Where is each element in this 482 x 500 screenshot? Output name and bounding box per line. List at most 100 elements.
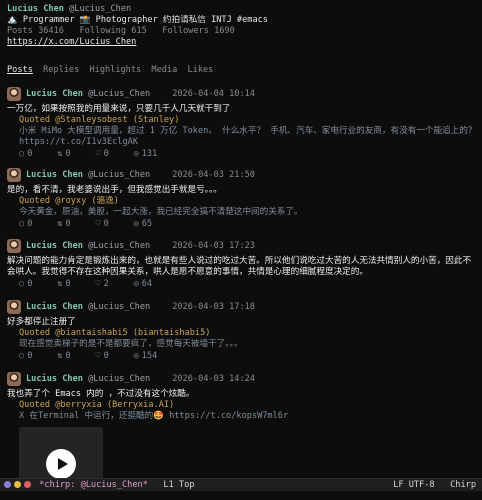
tweet-text: 好多都停止注册了: [7, 317, 76, 327]
retweet-count: 0: [65, 149, 71, 159]
views-icon: ◎: [133, 149, 139, 159]
tweet-author-name[interactable]: Lucius Chen: [26, 170, 83, 180]
profile-stats: Posts 36416 Following 615 Followers 1690: [7, 26, 477, 37]
avatar[interactable]: [7, 300, 21, 314]
like-icon: ♡: [95, 149, 101, 159]
retweet-count: 0: [65, 351, 71, 361]
tweet-author-handle[interactable]: @Lucius_Chen: [88, 241, 150, 251]
tab-media[interactable]: Media: [151, 65, 177, 75]
quoted-tweet[interactable]: Quoted @Stanleysobest (Stanley) 小米 MiMo …: [7, 115, 477, 148]
retweet-icon: ⇅: [57, 351, 63, 361]
tweet-author-name[interactable]: Lucius Chen: [26, 374, 83, 384]
retweet-icon: ⇅: [57, 219, 63, 229]
like-count: 0: [103, 149, 109, 159]
tweet-item[interactable]: Lucius Chen @Lucius_Chen 2026-04-03 14:2…: [7, 371, 477, 422]
profile-bio: 🏔️ Programmer 📸 Photographer 约拍请私信 INTJ …: [7, 15, 268, 25]
tab-likes[interactable]: Likes: [187, 65, 213, 75]
views-count: 154: [141, 351, 158, 361]
profile-url-link[interactable]: https://x.com/Lucius_Chen: [7, 37, 136, 47]
tweet-author-handle[interactable]: @Lucius_Chen: [88, 374, 150, 384]
profile-tabs: Posts Replies Highlights Media Likes: [7, 64, 218, 76]
retweet-action[interactable]: ⇅ 0: [57, 218, 90, 230]
tweet-item[interactable]: Lucius Chen @Lucius_Chen 2026-04-03 17:1…: [7, 299, 477, 362]
tweet-date: 2026-04-03 17:23: [172, 241, 255, 251]
like-action[interactable]: ♡ 0: [95, 218, 128, 230]
avatar[interactable]: [7, 372, 21, 386]
tweet-actions: ○ 0 ⇅ 0 ♡ 0 ◎ 65: [7, 218, 477, 230]
quoted-text: 现在感觉卖梯子的是不是都要疯了，感觉每天被墙干了。。。: [19, 339, 243, 349]
like-icon: ♡: [95, 279, 101, 289]
tweet-item[interactable]: Lucius Chen @Lucius_Chen 2026-04-04 10:1…: [7, 86, 477, 160]
tweet-author-handle[interactable]: @Lucius_Chen: [88, 170, 150, 180]
like-action[interactable]: ♡ 0: [95, 148, 128, 160]
echo-area: [0, 491, 482, 500]
views-action: ◎ 65: [134, 218, 167, 230]
play-icon[interactable]: [46, 449, 76, 479]
tweet-author-name[interactable]: Lucius Chen: [26, 89, 83, 99]
retweet-action[interactable]: ⇅ 0: [57, 278, 90, 290]
quoted-text: 今天黄金，原油，美股，一起大涨，我已经完全搞不清楚这中间的关系了。: [19, 207, 303, 217]
reply-count: 0: [27, 149, 33, 159]
tweet-author-name[interactable]: Lucius Chen: [26, 241, 83, 251]
tweet-author-handle[interactable]: @Lucius_Chen: [88, 89, 150, 99]
profile-handle: @Lucius_Chen: [69, 4, 132, 14]
views-action: ◎ 131: [134, 148, 167, 160]
views-count: 131: [141, 149, 158, 159]
posts-count: 36416: [38, 26, 64, 36]
tab-posts[interactable]: Posts: [7, 65, 33, 75]
tweet-author-name[interactable]: Lucius Chen: [26, 302, 83, 312]
posts-label: Posts: [7, 26, 33, 36]
tweet-author-handle[interactable]: @Lucius_Chen: [88, 302, 150, 312]
quoted-text: X 在Terminal 中运行，还挺酷的🤩 https://t.co/kopsW…: [19, 411, 289, 421]
quoted-tweet[interactable]: Quoted @berryxia (Berryxia.AI) X 在Termin…: [7, 400, 477, 422]
views-icon: ◎: [133, 279, 139, 289]
reply-action[interactable]: ○ 0: [19, 218, 52, 230]
quoted-author: Quoted @royxy (骆逸): [19, 196, 119, 206]
tab-replies[interactable]: Replies: [43, 65, 79, 75]
reply-count: 0: [27, 219, 33, 229]
tweet-date: 2026-04-03 21:50: [172, 170, 255, 180]
like-action[interactable]: ♡ 2: [95, 278, 128, 290]
like-count: 0: [103, 351, 109, 361]
following-count: 615: [131, 26, 147, 36]
reply-action[interactable]: ○ 0: [19, 278, 52, 290]
avatar[interactable]: [7, 239, 21, 253]
tweet-text: 是的，看不清，我老婆说出手，但我感觉出手就是亏。。。: [7, 185, 222, 195]
quoted-author: Quoted @berryxia (Berryxia.AI): [19, 400, 175, 410]
reply-action[interactable]: ○ 0: [19, 148, 52, 160]
tweet-date: 2026-04-03 14:24: [172, 374, 255, 384]
reply-action[interactable]: ○ 0: [19, 350, 52, 362]
retweet-action[interactable]: ⇅ 0: [57, 350, 90, 362]
reply-count: 0: [27, 351, 33, 361]
like-count: 2: [103, 279, 109, 289]
tab-highlights[interactable]: Highlights: [89, 65, 141, 75]
retweet-action[interactable]: ⇅ 0: [57, 148, 90, 160]
major-mode[interactable]: Chirp: [450, 480, 476, 490]
quoted-tweet[interactable]: Quoted @biantaishabi5 (biantaishabi5) 现在…: [7, 328, 477, 350]
mode-indicator-icon: [4, 481, 11, 488]
views-icon: ◎: [133, 351, 139, 361]
profile-header: Lucius Chen @Lucius_Chen 🏔️ Programmer 📸…: [7, 4, 477, 48]
cursor-position: L1 Top: [163, 480, 195, 490]
avatar[interactable]: [7, 168, 21, 182]
tweet-item[interactable]: Lucius Chen @Lucius_Chen 2026-04-03 17:2…: [7, 238, 477, 290]
tweet-text: 我也弄了个 Emacs 内的 ，不过没有这个炫酷。: [7, 389, 195, 399]
profile-name: Lucius Chen: [7, 4, 64, 14]
modified-icon: [24, 481, 31, 488]
views-action: ◎ 64: [134, 278, 167, 290]
tweet-date: 2026-04-03 17:18: [172, 302, 255, 312]
reply-count: 0: [27, 279, 33, 289]
quoted-tweet[interactable]: Quoted @royxy (骆逸) 今天黄金，原油，美股，一起大涨，我已经完全…: [7, 196, 477, 218]
tweet-actions: ○ 0 ⇅ 0 ♡ 0 ◎ 154: [7, 350, 477, 362]
tweet-item[interactable]: Lucius Chen @Lucius_Chen 2026-04-03 21:5…: [7, 167, 477, 230]
retweet-icon: ⇅: [57, 149, 63, 159]
avatar[interactable]: [7, 87, 21, 101]
like-count: 0: [103, 219, 109, 229]
encoding-indicator[interactable]: LF UTF-8: [393, 480, 434, 490]
reply-icon: ○: [19, 149, 25, 159]
tweet-date: 2026-04-04 10:14: [172, 89, 255, 99]
buffer-name[interactable]: *chirp: @Lucius_Chen*: [39, 480, 148, 490]
like-action[interactable]: ♡ 0: [95, 350, 128, 362]
tweet-actions: ○ 0 ⇅ 0 ♡ 0 ◎ 131: [7, 148, 477, 160]
like-icon: ♡: [95, 219, 101, 229]
